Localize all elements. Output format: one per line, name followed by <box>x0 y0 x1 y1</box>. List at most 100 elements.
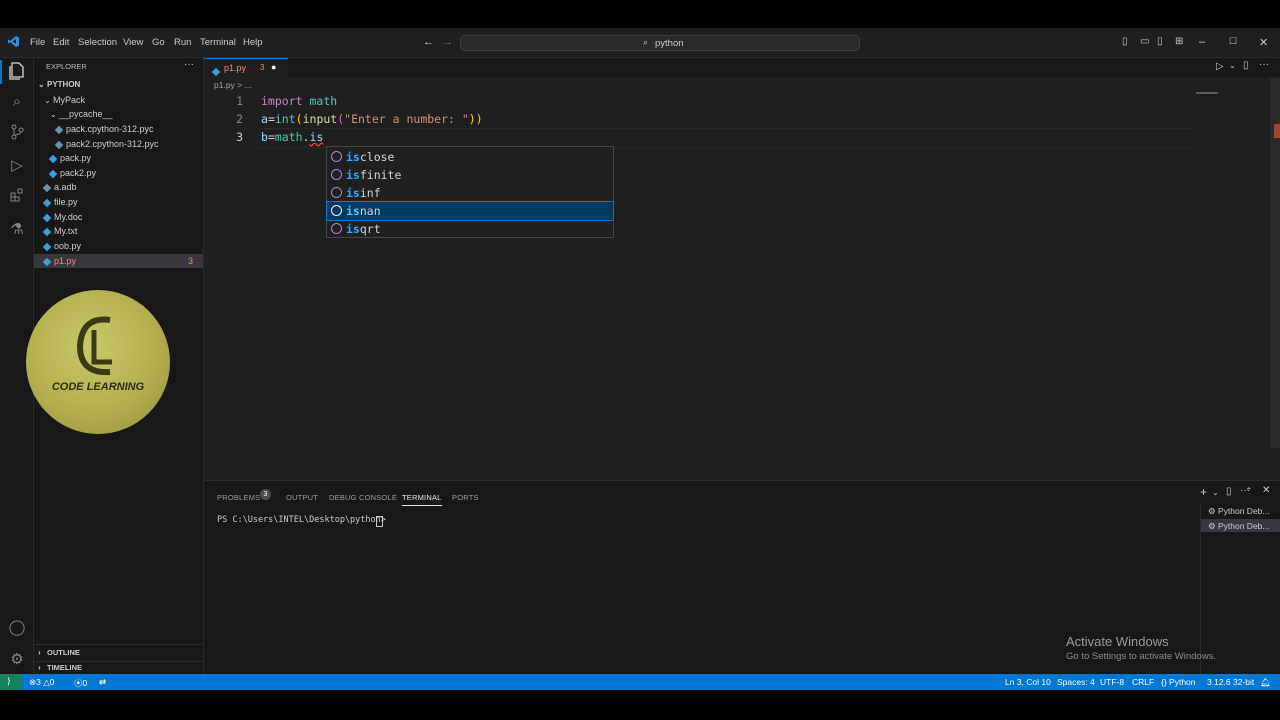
new-terminal-plus-icon[interactable]: + <box>1200 485 1207 499</box>
variable: b <box>261 130 268 144</box>
breadcrumb[interactable]: p1.py > ... <box>214 80 252 90</box>
tab-problems[interactable]: PROBLEMS <box>217 493 260 502</box>
file-pack-py[interactable]: pack.py <box>48 153 91 163</box>
ports-status[interactable]: ⦿0 <box>74 677 87 689</box>
file-pack2-py[interactable]: pack2.py <box>48 168 96 178</box>
tab-p1-py[interactable]: p1.py 3 ● <box>204 58 288 77</box>
string: "Enter a number: " <box>344 112 469 126</box>
tab-ports[interactable]: PORTS <box>452 493 479 502</box>
split-editor-icon[interactable]: ▯ <box>1243 60 1249 71</box>
errors-status[interactable]: ⊗3 △0 <box>29 677 55 688</box>
language-mode[interactable]: {} Python <box>1161 677 1196 687</box>
remote-indicator[interactable]: ⟩ <box>0 674 22 690</box>
notifications-bell-icon[interactable]: 🔔︎ <box>1260 677 1271 688</box>
command-center-search[interactable]: ⌕ python <box>460 35 860 51</box>
run-dropdown-icon[interactable]: ⌄ <box>1229 61 1236 70</box>
file-oob-py[interactable]: oob.py <box>42 241 81 251</box>
chevron-right-icon: › <box>38 648 41 657</box>
tab-output[interactable]: OUTPUT <box>286 493 318 502</box>
customize-layout-icon[interactable]: ⊞ <box>1175 36 1183 47</box>
menu-selection[interactable]: Selection <box>78 37 117 48</box>
file-p1-py[interactable]: p1.py <box>42 256 76 266</box>
testing-flask-icon[interactable]: ⚗ <box>7 220 27 240</box>
account-icon[interactable]: ◯ <box>7 618 27 638</box>
run-python-icon[interactable]: ▷ <box>1216 61 1224 72</box>
operator: . <box>302 130 310 144</box>
warning-icon: △ <box>40 677 50 687</box>
editor-more-icon[interactable]: ··· <box>1259 59 1269 70</box>
python-file-icon <box>48 154 58 163</box>
unsaved-dot-icon[interactable]: ● <box>271 62 276 72</box>
menu-run[interactable]: Run <box>174 37 191 48</box>
chevron-down-icon: ⌄ <box>44 96 51 105</box>
chevron-right-icon: › <box>38 663 41 672</box>
close-panel-icon[interactable]: ✕ <box>1262 485 1270 496</box>
file-pack-pyc[interactable]: pack.cpython-312.pyc <box>54 124 154 134</box>
terminal-dropdown-icon[interactable]: ⌄ <box>1212 488 1219 497</box>
menu-file[interactable]: File <box>30 37 45 48</box>
toggle-sidebar-icon[interactable]: ▯ <box>1122 36 1128 47</box>
search-view-icon[interactable]: ⌕ <box>7 92 27 112</box>
suggestion-item[interactable]: isqrt <box>327 220 613 238</box>
code-line-1[interactable]: import math <box>261 94 337 108</box>
minimize-icon[interactable]: – <box>1199 36 1205 48</box>
encoding[interactable]: UTF-8 <box>1100 677 1124 687</box>
extensions-icon[interactable] <box>7 188 27 208</box>
explorer-files-icon[interactable] <box>7 62 27 82</box>
back-arrow-icon[interactable]: ← <box>423 36 434 48</box>
python-file-icon <box>42 198 52 207</box>
more-actions-icon[interactable]: ··· <box>184 59 194 70</box>
end-of-line[interactable]: CRLF <box>1132 677 1154 687</box>
split-terminal-icon[interactable]: ▯ <box>1226 486 1232 497</box>
toggle-panel-icon[interactable]: ▭ <box>1140 36 1149 47</box>
menu-help[interactable]: Help <box>243 37 263 48</box>
gear-icon: ⚙ <box>1208 506 1218 516</box>
forward-arrow-icon[interactable]: → <box>442 36 453 48</box>
file-my-txt[interactable]: My.txt <box>42 226 77 236</box>
menu-terminal[interactable]: Terminal <box>200 37 236 48</box>
tab-label: p1.py <box>224 63 247 73</box>
paren: )) <box>468 112 483 126</box>
run-debug-icon[interactable]: ▷ <box>7 156 27 176</box>
terminal-list-item-active[interactable]: ⚙ Python Deb... <box>1208 521 1270 532</box>
live-share-icon[interactable]: ⇄ <box>99 677 106 688</box>
timeline-section[interactable]: › TIMELINE <box>38 663 82 672</box>
file-my-doc[interactable]: My.doc <box>42 212 82 222</box>
indentation[interactable]: Spaces: 4 <box>1057 677 1095 687</box>
toggle-secondary-sidebar-icon[interactable]: ▯ <box>1157 36 1163 47</box>
search-icon: ⌕ <box>643 37 649 47</box>
folder-root[interactable]: ⌄ PYTHON <box>38 80 80 89</box>
suggestion-item[interactable]: isclose <box>327 148 613 166</box>
terminal-prompt[interactable]: PS C:\Users\INTEL\Desktop\python> <box>217 515 386 525</box>
code-line-2[interactable]: a=int(input("Enter a number: ")) <box>261 112 483 126</box>
suggestion-rest: nan <box>359 204 381 218</box>
file-pack2-pyc[interactable]: pack2.cpython-312.pyc <box>54 139 159 149</box>
maximize-icon[interactable]: ☐ <box>1229 36 1237 47</box>
terminal-list-item[interactable]: ⚙ Python Deb... <box>1208 506 1270 517</box>
file-a-adb[interactable]: a.adb <box>42 182 77 192</box>
cursor-position[interactable]: Ln 3, Col 10 <box>1005 677 1051 687</box>
remote-icon: ⟩ <box>7 676 11 686</box>
menu-go[interactable]: Go <box>152 37 165 48</box>
logo-text: CODE LEARNING <box>51 381 145 393</box>
suggestion-item[interactable]: isinf <box>327 184 613 202</box>
source-control-icon[interactable] <box>7 124 27 144</box>
folder-pycache[interactable]: ⌄ __pycache__ <box>50 109 113 119</box>
outline-section[interactable]: › OUTLINE <box>38 648 80 657</box>
menu-view[interactable]: View <box>123 37 143 48</box>
chevron-up-icon[interactable]: ⌃ <box>1245 486 1253 497</box>
partial-identifier: is <box>309 130 324 144</box>
code-line-3[interactable]: b=math.is <box>261 130 323 144</box>
python-interpreter[interactable]: 3.12.6 32-bit <box>1207 677 1254 687</box>
folder-mypack[interactable]: ⌄ MyPack <box>44 95 85 105</box>
suggestion-item-selected[interactable]: isnan <box>326 201 614 221</box>
tab-debug-console[interactable]: DEBUG CONSOLE <box>329 493 397 502</box>
minimap[interactable] <box>1196 92 1218 94</box>
ports-icon: ⦿ <box>74 678 83 688</box>
settings-gear-icon[interactable]: ⚙ <box>7 650 27 670</box>
tab-terminal[interactable]: TERMINAL <box>402 493 442 506</box>
file-file-py[interactable]: file.py <box>42 197 78 207</box>
menu-edit[interactable]: Edit <box>53 37 69 48</box>
close-window-icon[interactable]: ✕ <box>1259 36 1268 49</box>
suggestion-item[interactable]: isfinite <box>327 166 613 184</box>
